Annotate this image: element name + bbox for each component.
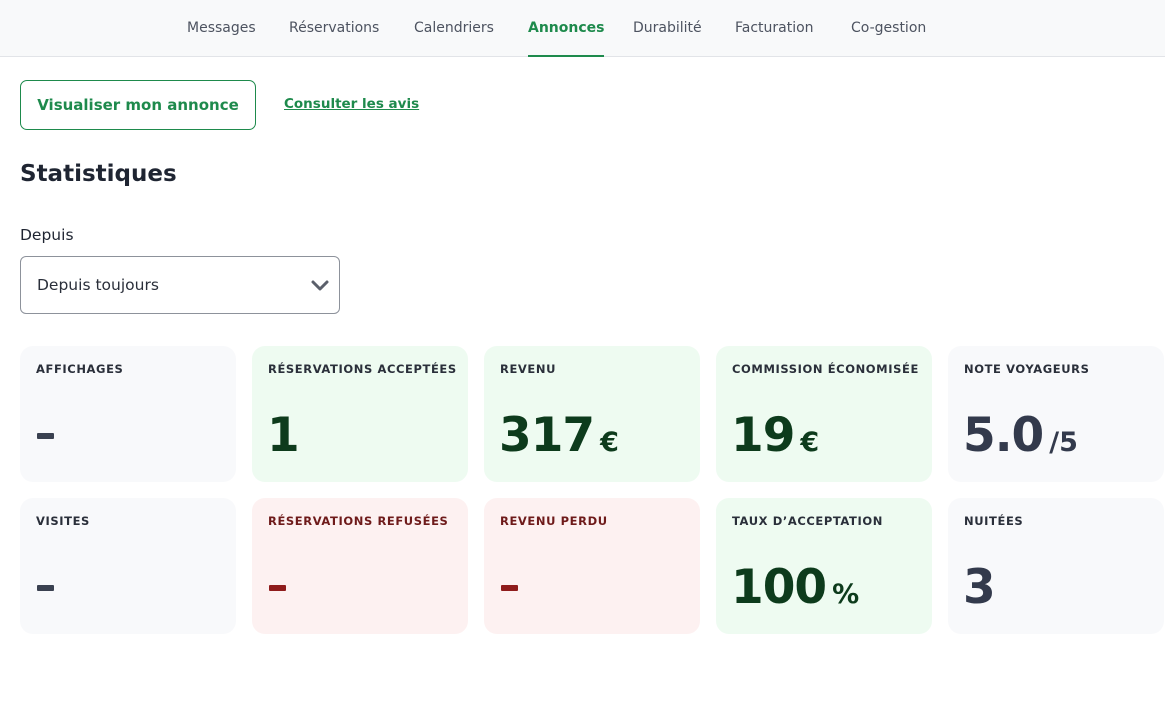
tab-annonces[interactable]: Annonces (528, 0, 605, 57)
tab-messages[interactable]: Messages (187, 0, 256, 57)
stat-label: RÉSERVATIONS REFUSÉES (268, 514, 449, 528)
tab-reservations[interactable]: Réservations (289, 0, 379, 57)
view-reviews-link[interactable]: Consulter les avis (284, 96, 419, 112)
stat-value-group: 317 € (499, 408, 619, 464)
stat-label: VISITES (36, 514, 90, 528)
tab-co-gestion[interactable]: Co-gestion (851, 0, 926, 57)
stat-value: 100 (731, 560, 827, 615)
stat-card-reservations-acceptees: RÉSERVATIONS ACCEPTÉES 1 (252, 346, 468, 482)
stat-label: TAUX D’ACCEPTATION (732, 514, 883, 528)
stat-label: AFFICHAGES (36, 362, 124, 376)
stat-card-note-voyageurs: NOTE VOYAGEURS 5.0 /5 (948, 346, 1164, 482)
stat-label: NOTE VOYAGEURS (964, 362, 1090, 376)
stat-label: COMMISSION ÉCONOMISÉE (732, 362, 919, 376)
view-listing-button[interactable]: Visualiser mon annonce (20, 80, 256, 130)
stat-label: NUITÉES (964, 514, 1024, 528)
empty-value-dash (269, 585, 286, 591)
stat-value: 19 (731, 408, 795, 463)
stat-card-reservations-refusees: RÉSERVATIONS REFUSÉES (252, 498, 468, 634)
empty-value-dash (37, 433, 54, 439)
stat-value-group: 100 % (731, 560, 859, 616)
stat-card-revenu: REVENU 317 € (484, 346, 700, 482)
stat-value-group: 3 (963, 560, 996, 616)
tab-calendriers[interactable]: Calendriers (414, 0, 494, 57)
stat-card-taux-acceptation: TAUX D’ACCEPTATION 100 % (716, 498, 932, 634)
chevron-down-icon (311, 280, 329, 291)
stat-value-group: 19 € (731, 408, 819, 464)
empty-value-dash (501, 585, 518, 591)
stat-card-visites: VISITES (20, 498, 236, 634)
period-select-value: Depuis toujours (37, 276, 159, 294)
stat-card-nuitees: NUITÉES 3 (948, 498, 1164, 634)
stat-value: 5.0 (963, 408, 1044, 463)
stat-unit: % (832, 579, 860, 610)
stat-label: RÉSERVATIONS ACCEPTÉES (268, 362, 457, 376)
period-label: Depuis (20, 226, 74, 244)
stat-value: 1 (267, 408, 300, 463)
stat-label: REVENU PERDU (500, 514, 608, 528)
stat-card-affichages: AFFICHAGES (20, 346, 236, 482)
stat-unit: /5 (1049, 427, 1078, 458)
stat-value-group: 5.0 /5 (963, 408, 1078, 464)
period-select[interactable]: Depuis toujours (20, 256, 340, 314)
stat-value: 3 (963, 560, 996, 615)
stat-value: 317 (499, 408, 595, 463)
section-title: Statistiques (20, 161, 177, 187)
empty-value-dash (37, 585, 54, 591)
stat-unit: € (800, 427, 820, 458)
top-navigation: Messages Réservations Calendriers Annonc… (0, 0, 1165, 57)
tab-facturation[interactable]: Facturation (735, 0, 814, 57)
stat-value-group: 1 (267, 408, 300, 464)
stat-unit: € (600, 427, 619, 458)
stat-card-commission-economisee: COMMISSION ÉCONOMISÉE 19 € (716, 346, 932, 482)
stat-label: REVENU (500, 362, 557, 376)
stat-card-revenu-perdu: REVENU PERDU (484, 498, 700, 634)
tab-durabilite[interactable]: Durabilité (633, 0, 702, 57)
